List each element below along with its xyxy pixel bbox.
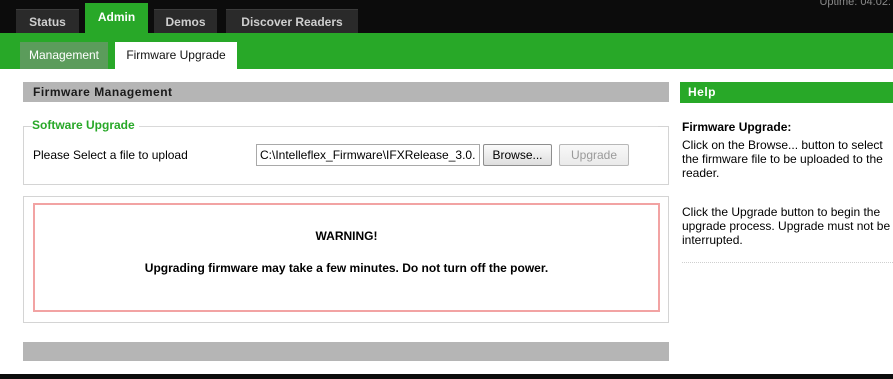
tab-status[interactable]: Status <box>16 9 79 33</box>
tab-admin[interactable]: Admin <box>85 3 148 33</box>
help-divider <box>682 262 893 263</box>
tab-demos[interactable]: Demos <box>154 9 217 33</box>
file-upload-label: Please Select a file to upload <box>33 148 188 162</box>
help-paragraph-browse: Click on the Browse... button to select … <box>682 138 883 180</box>
software-upgrade-legend: Software Upgrade <box>32 118 139 132</box>
section-footer-bar <box>23 342 669 361</box>
browse-button[interactable]: Browse... <box>483 144 552 166</box>
file-path-input[interactable]: C:\Intelleflex_Firmware\IFXRelease_3.0. <box>256 144 480 166</box>
help-paragraph-upgrade: Click the Upgrade button to begin the up… <box>682 205 891 247</box>
tab-discover-readers[interactable]: Discover Readers <box>226 9 358 33</box>
firmware-management-header: Firmware Management <box>23 82 669 102</box>
warning-box <box>33 203 660 312</box>
help-header: Help <box>680 82 893 103</box>
warning-title: WARNING! <box>315 229 378 243</box>
uptime-text: Uptime: 04:02: <box>819 0 891 8</box>
bottom-frame-bar <box>0 374 893 379</box>
warning-message: Upgrading firmware may take a few minute… <box>144 261 549 275</box>
upgrade-button[interactable]: Upgrade <box>559 144 629 166</box>
help-title: Firmware Upgrade: <box>682 120 792 134</box>
subtab-firmware-upgrade[interactable]: Firmware Upgrade <box>115 42 237 69</box>
subtab-management[interactable]: Management <box>20 42 108 69</box>
